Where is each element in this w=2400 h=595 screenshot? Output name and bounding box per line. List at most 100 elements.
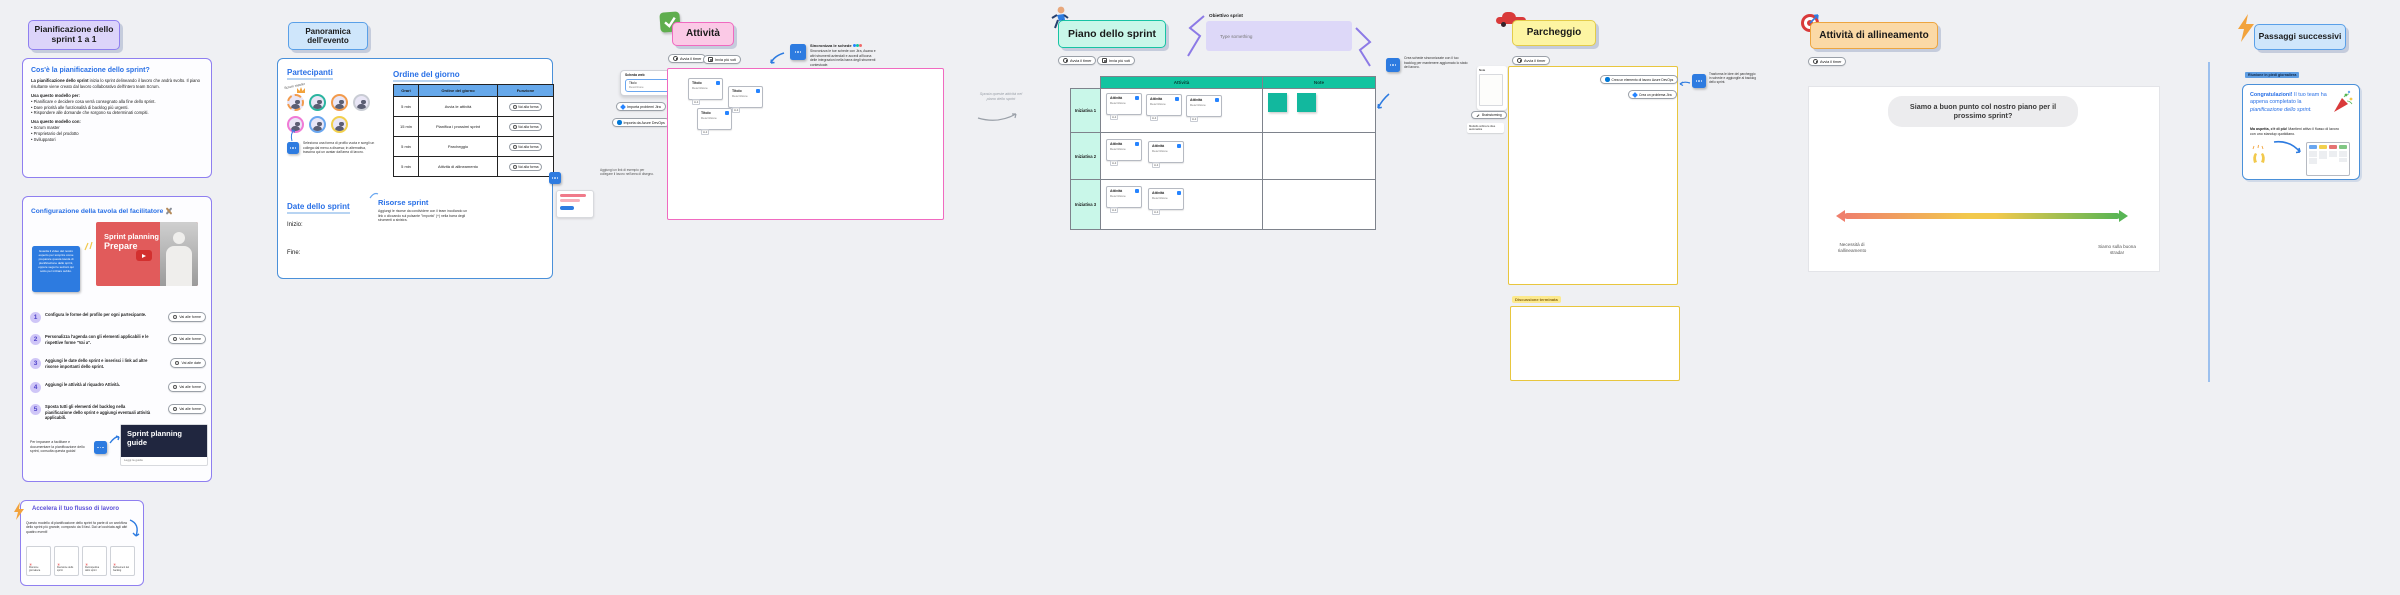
sticky-note-preview [1479,74,1503,106]
template-card[interactable]: ✳Retrospettiva dello sprint [82,546,107,576]
section-header-alignment[interactable]: Attività di allineamento [1810,22,1938,49]
section-header-overview[interactable]: Panoramica dell'evento [288,22,368,50]
plan-card[interactable]: Attività Descrizione A-1 [1106,186,1142,208]
go-to-shape-button[interactable]: Vai alla forma [509,123,543,131]
kanban-board-preview[interactable] [2306,142,2350,176]
create-devops-item-button[interactable]: Crea un elemento di lavoro Azure DevOps [1600,75,1678,84]
agenda-time: 5 min [394,157,418,176]
card-desc: Descrizione [701,116,728,120]
activity-card[interactable]: Titolo Descrizione A-1 [688,78,723,100]
plan-row-label: Iniziativa 3 [1070,179,1101,230]
plan-card[interactable]: Attività Descrizione A-1 [1106,93,1142,115]
section-header-sprint-plan[interactable]: Piano dello sprint [1058,20,1166,48]
import-jira-button[interactable]: Importa problemi Jira [616,102,666,111]
create-jira-issue-button[interactable]: Crea un problema Jira [1628,90,1677,99]
go-to-shape-button[interactable]: Vai alla forma [509,143,543,151]
agenda-time: 5 min [394,137,418,156]
plan-card[interactable]: Attività Descrizione A-1 [1148,141,1184,163]
daily-standup-tag[interactable]: Riunione in piedi giornaliera [2245,72,2299,78]
congrats-text: Congratulazioni! Il tuo team ha appena c… [2250,92,2330,114]
section-header-planning[interactable]: Pianificazione dello sprint 1 a 1 [28,20,120,50]
avatar[interactable] [331,116,348,133]
section-header-alignment-label: Attività di allineamento [1819,30,1928,42]
related-template-cards: ✳Riunione giornaliera ✳Revisione dello s… [26,546,135,576]
avatar[interactable] [309,94,326,111]
congrats-bold: Congratulazioni! [2250,92,2293,98]
import-devops-button[interactable]: Importa da Azure DevOps [612,118,670,127]
use-with-item: Sviluppatori [31,137,203,143]
card-tag: A-1 [1152,162,1160,168]
about-title: Cos'è la pianificazione dello sprint? [31,67,203,74]
section-header-activities[interactable]: Attività [672,22,734,46]
jira-icon [716,81,720,85]
reaction-card[interactable] [556,190,594,218]
notes-mini-label: Note [1479,68,1505,72]
jira-icon [1135,142,1139,146]
discussion-done-label: Discussione terminata [1512,296,1561,303]
go-to-shape-button[interactable]: Vai alla forma [509,103,543,111]
avatar[interactable] [353,94,370,111]
send-votes-label: Invia più voti [715,58,736,62]
connector-arrow [1374,92,1392,112]
plan-card[interactable]: Attività Descrizione A-1 [1106,139,1142,161]
activity-card[interactable]: Titolo Descrizione A-1 [728,86,763,108]
send-votes-button[interactable]: Invia più voti [703,55,741,64]
send-votes-button[interactable]: Invia più voti [1097,56,1135,65]
brainstorm-button[interactable]: Brainstorming [1471,111,1507,119]
start-timer-button[interactable]: Avvia il timer [668,54,706,63]
go-to-shapes-button[interactable]: Vai alle forme [168,334,206,344]
avatar[interactable] [309,116,326,133]
plan-card[interactable]: Attività Descrizione A-1 [1186,95,1222,117]
agenda-action-cell: Vai alla forma [498,137,553,156]
agenda-item: Pianifica i prossimi sprint [419,117,497,136]
go-to-shape-button[interactable]: Vai alla forma [509,163,543,171]
sprint-goal-input[interactable] [1206,21,1352,51]
setup-video-thumbnail[interactable]: Sprint planning Prepare [96,222,198,286]
go-to-shape-label: Vai alla forma [518,145,538,149]
start-timer-label: Avvia il timer [1524,59,1545,63]
start-timer-label: Avvia il timer [1070,59,1091,63]
timer-icon [1063,58,1068,63]
section-header-parking[interactable]: Parcheggio [1512,20,1596,46]
video-title-line1: Sprint planning [104,232,159,241]
go-to-dates-button[interactable]: Vai alle date [170,358,206,368]
accelerate-body: Questo modello di pianificazione dello s… [26,521,132,534]
template-card[interactable]: ✳Refinement del backlog [110,546,135,576]
setup-step: 3 Aggiungi le date dello sprint e inseri… [30,358,206,369]
card-desc: Descrizione [1110,101,1138,105]
go-to-shapes-button[interactable]: Vai alle forme [168,382,206,392]
start-timer-button[interactable]: Avvia il timer [1808,57,1846,66]
setup-note-sticky[interactable]: Guarda il video del nostro esperto per s… [32,246,80,292]
sticky-note[interactable] [1268,93,1287,112]
template-card-label: Refinement del backlog [113,567,132,573]
template-card-label: Retrospettiva dello sprint [85,567,104,573]
timer-icon [1813,59,1818,64]
section-header-next-steps[interactable]: Passaggi successivi [2254,24,2346,50]
go-to-shapes-button[interactable]: Vai alle forme [168,312,206,322]
start-timer-button[interactable]: Avvia il timer [1058,56,1096,65]
plan-card[interactable]: Attività Descrizione A-1 [1148,188,1184,210]
setup-step: 4 Aggiungi le attività al riquadro Attiv… [30,382,206,393]
agenda-action-cell: Vai alla forma [498,157,553,176]
avatar[interactable] [287,94,304,111]
sticky-note[interactable] [1297,93,1316,112]
start-timer-button[interactable]: Avvia il timer [1512,56,1550,65]
scale-arrowhead-right [2119,210,2128,222]
import-jira-label: Importa problemi Jira [627,105,661,109]
template-card[interactable]: ✳Revisione dello sprint [54,546,79,576]
activity-card[interactable]: Titolo Descrizione A-1 [697,108,732,130]
go-to-shape-label: Vai alla forma [518,125,538,129]
guide-card[interactable]: Sprint planning guide Leggi la guida [120,424,208,466]
pencil-icon [1476,113,1480,117]
play-button-icon[interactable] [136,250,152,261]
go-to-shape-label: Vai alla forma [518,105,538,109]
alignment-scale[interactable] [1844,213,2120,219]
avatar[interactable] [331,94,348,111]
sort-ideas-tag[interactable]: Modello ordina le idee automatica [1467,123,1504,133]
go-to-shape-label: Vai alla forma [518,165,538,169]
go-to-shapes-button[interactable]: Vai alle forme [168,404,206,414]
plan-card[interactable]: Attività Descrizione A-1 [1146,94,1182,116]
template-card[interactable]: ✳Riunione giornaliera [26,546,51,576]
notes-mini-panel[interactable]: Note [1477,66,1507,110]
pointer-icon [513,125,517,129]
